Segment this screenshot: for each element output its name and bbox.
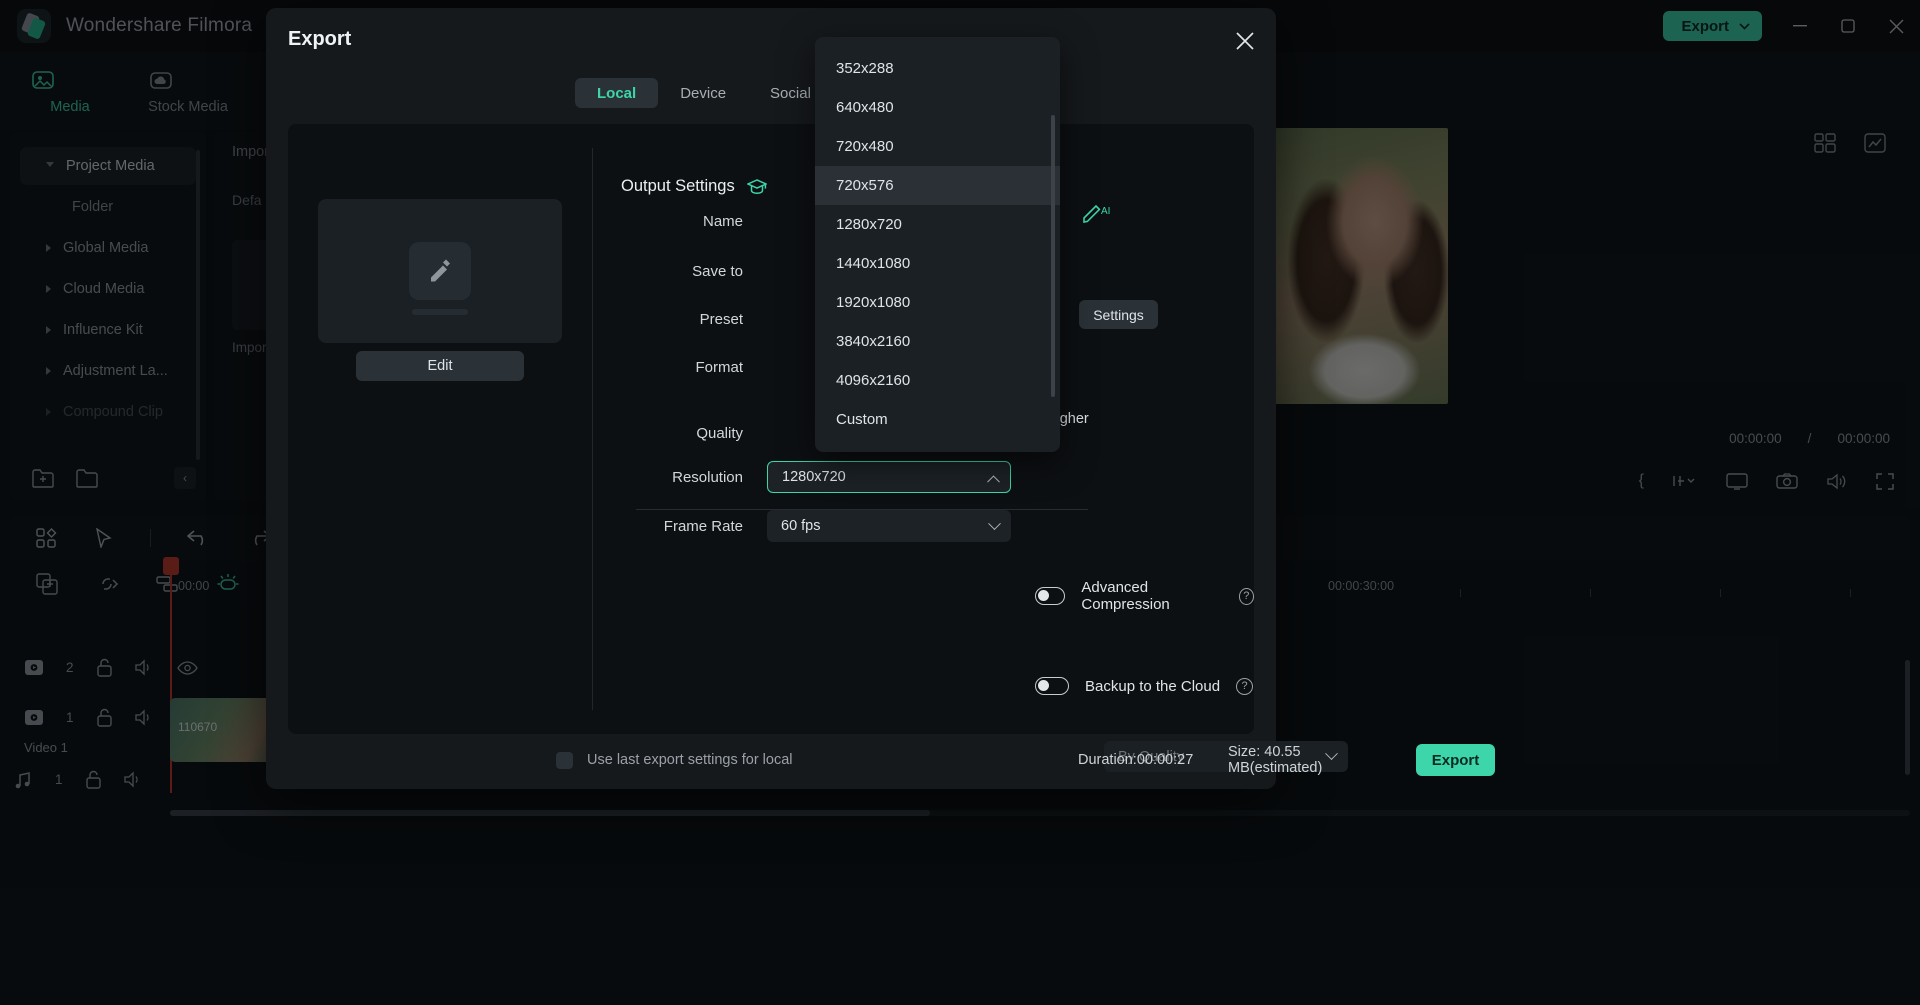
svg-text:AI: AI	[1101, 206, 1110, 217]
advanced-compression-row: Advanced Compression ?	[1035, 579, 1254, 613]
dropdown-option-720x576[interactable]: 720x576	[815, 166, 1060, 205]
backup-cloud-row: Backup to the Cloud ?	[1035, 677, 1253, 695]
resolution-value: 1280x720	[782, 469, 846, 485]
use-last-settings-label: Use last export settings for local	[587, 752, 793, 768]
dialog-footer: Use last export settings for local Durat…	[288, 736, 1254, 784]
body-divider	[592, 148, 593, 710]
duration-text: Duration:00:00:27	[1078, 752, 1193, 768]
chevron-up-icon	[987, 475, 1000, 488]
thumbnail-caption-bar	[412, 309, 468, 315]
export-button[interactable]: Export	[1416, 744, 1495, 776]
filmora-window: Wondershare Filmora File Export Media	[0, 0, 1920, 1005]
dropdown-option-720x480[interactable]: 720x480	[815, 127, 1060, 166]
export-thumbnail[interactable]	[318, 199, 562, 343]
dropdown-option-3840x2160[interactable]: 3840x2160	[815, 322, 1060, 361]
dropdown-option-1440x1080[interactable]: 1440x1080	[815, 244, 1060, 283]
row-frame-rate: Frame Rate 60 fps	[621, 506, 1221, 546]
dropdown-scrollbar[interactable]	[1051, 115, 1055, 397]
label-preset: Preset	[621, 311, 767, 328]
output-settings-heading: Output Settings	[621, 177, 767, 196]
row-resolution: Resolution 1280x720	[621, 457, 1221, 497]
question-mark-icon[interactable]: ?	[1236, 678, 1253, 695]
frame-rate-value: 60 fps	[781, 518, 821, 534]
edit-button[interactable]: Edit	[356, 351, 524, 381]
size-text: Size: 40.55 MB(estimated)	[1228, 744, 1322, 776]
label-quality: Quality	[621, 425, 767, 442]
ai-pen-icon[interactable]: AI	[1082, 200, 1110, 224]
resolution-select[interactable]: 1280x720	[767, 461, 1011, 493]
label-name: Name	[621, 213, 767, 230]
output-settings-title: Output Settings	[621, 177, 735, 196]
dropdown-option-4096x2160[interactable]: 4096x2160	[815, 361, 1060, 400]
dialog-title: Export	[288, 28, 351, 51]
dropdown-option-1280x720[interactable]: 1280x720	[815, 205, 1060, 244]
close-icon[interactable]	[1228, 24, 1262, 58]
pencil-edit-icon	[409, 242, 471, 300]
label-frame-rate: Frame Rate	[621, 518, 767, 535]
question-mark-icon[interactable]: ?	[1239, 588, 1254, 605]
resolution-dropdown: 352x288 640x480 720x480 720x576 1280x720…	[815, 37, 1060, 452]
dropdown-option-custom[interactable]: Custom	[815, 400, 1060, 439]
frame-rate-select[interactable]: 60 fps	[767, 510, 1011, 542]
tab-device[interactable]: Device	[658, 78, 748, 108]
chevron-down-icon	[988, 517, 1001, 530]
advanced-compression-label: Advanced Compression	[1081, 579, 1222, 613]
tab-local[interactable]: Local	[575, 78, 658, 108]
settings-button[interactable]: Settings	[1079, 300, 1158, 329]
export-dialog: Export Local Device Social Edit Output S…	[266, 8, 1276, 789]
dropdown-option-352x288[interactable]: 352x288	[815, 49, 1060, 88]
advanced-compression-toggle[interactable]	[1035, 587, 1065, 605]
label-format: Format	[621, 359, 767, 376]
backup-to-cloud-label: Backup to the Cloud	[1085, 678, 1220, 695]
backup-to-cloud-toggle[interactable]	[1035, 677, 1069, 695]
label-resolution: Resolution	[621, 469, 767, 486]
label-save-to: Save to	[621, 263, 767, 280]
chevron-down-icon	[1325, 747, 1338, 760]
use-last-settings-checkbox[interactable]	[556, 752, 573, 769]
dropdown-option-1920x1080[interactable]: 1920x1080	[815, 283, 1060, 322]
graduation-cap-icon[interactable]	[747, 178, 767, 196]
dropdown-option-640x480[interactable]: 640x480	[815, 88, 1060, 127]
